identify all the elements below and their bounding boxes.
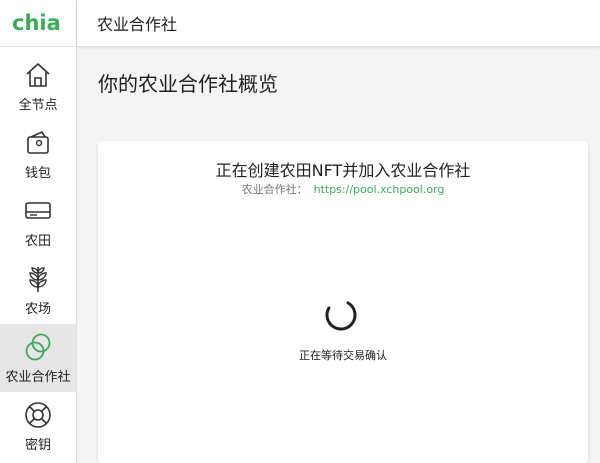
sidebar-item-label: 农田 <box>24 234 51 249</box>
wallet-icon <box>23 128 53 158</box>
sidebar-item-full-node[interactable]: 全节点 <box>0 52 76 120</box>
chia-logo-icon: chia <box>12 12 61 34</box>
sidebar-item-wallet[interactable]: 钱包 <box>0 120 76 188</box>
sidebar-item-label: 农场 <box>24 302 51 317</box>
pool-url-link[interactable]: https://pool.xchpool.org <box>314 183 445 196</box>
app-header: 农业合作社 <box>77 0 600 46</box>
card-title: 正在创建农田NFT并加入农业合作社 <box>215 161 471 180</box>
sidebar-item-pool[interactable]: 农业合作社 <box>0 324 76 392</box>
sidebar: chia 全节点 钱包 农田 农场 农业合作社 密钥 <box>0 0 77 463</box>
sidebar-item-label: 密钥 <box>24 438 51 453</box>
sidebar-item-label: 钱包 <box>24 166 51 181</box>
header-title: 农业合作社 <box>97 15 178 34</box>
chia-logo[interactable]: chia <box>0 0 76 47</box>
plot-drive-icon <box>23 196 53 226</box>
status-text: 正在等待交易确认 <box>299 349 387 362</box>
spinner-icon <box>325 299 357 331</box>
pool-label: 农业合作社： <box>241 183 308 196</box>
pool-info-line: 农业合作社： https://pool.xchpool.org <box>98 181 588 197</box>
keys-lifebuoy-icon <box>23 400 53 430</box>
loading-spinner <box>324 298 358 332</box>
sidebar-item-keys[interactable]: 密钥 <box>0 392 76 460</box>
pool-join-card: 正在创建农田NFT并加入农业合作社 农业合作社： https://pool.xch… <box>98 141 588 463</box>
logo-text: chia <box>12 12 61 34</box>
farm-sprout-icon <box>23 264 53 294</box>
app-window: chia 全节点 钱包 农田 农场 农业合作社 密钥 农业合作社 你的农业合作社… <box>0 0 600 463</box>
sidebar-item-label: 农业合作社 <box>5 370 71 385</box>
sidebar-item-farm[interactable]: 农场 <box>0 256 76 324</box>
sidebar-item-plots[interactable]: 农田 <box>0 188 76 256</box>
sidebar-item-label: 全节点 <box>18 98 58 113</box>
pool-circles-icon <box>23 332 53 362</box>
page-title: 你的农业合作社概览 <box>98 72 278 96</box>
home-icon <box>23 60 53 90</box>
